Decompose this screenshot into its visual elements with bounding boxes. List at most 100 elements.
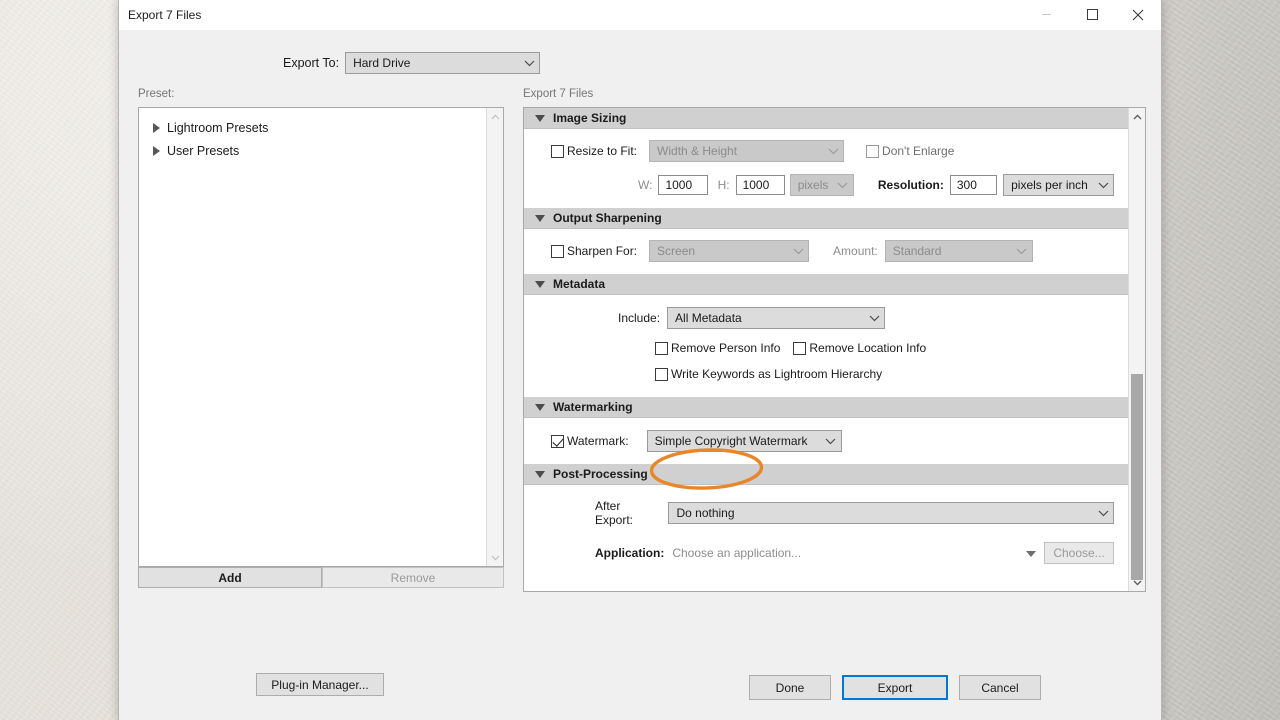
export-to-label: Export To:	[283, 56, 340, 70]
dont-enlarge-label: Don't Enlarge	[882, 144, 955, 158]
chevron-down-icon	[821, 438, 841, 445]
export-scroll-thumb[interactable]	[1131, 374, 1143, 580]
preset-group-lightroom[interactable]: Lightroom Presets	[139, 116, 486, 139]
section-header-output-sharpening[interactable]: Output Sharpening	[524, 208, 1128, 229]
window-title: Export 7 Files	[128, 7, 202, 22]
preset-scroll-track[interactable]	[487, 125, 503, 549]
window-controls	[1023, 0, 1161, 30]
chevron-down-icon	[535, 280, 545, 288]
chevron-down-icon	[535, 114, 545, 122]
chevron-down-icon	[1012, 248, 1032, 255]
after-export-select[interactable]: Do nothing	[668, 502, 1114, 524]
export-to-select[interactable]: Hard Drive	[345, 52, 541, 74]
scroll-up-button[interactable]	[487, 108, 503, 125]
export-panel-label: Export 7 Files	[523, 88, 594, 100]
preset-group-label: User Presets	[167, 143, 240, 158]
chevron-down-icon	[1093, 182, 1113, 189]
after-export-value: Do nothing	[676, 506, 735, 520]
chevron-right-icon	[153, 145, 160, 156]
section-body-output-sharpening: Sharpen For: Screen Amount: Standard	[524, 229, 1128, 274]
done-button[interactable]: Done	[749, 675, 831, 700]
export-settings-scrollbar[interactable]	[1128, 108, 1145, 591]
remove-person-info-label: Remove Person Info	[671, 341, 781, 355]
dialog-action-buttons: Done Export Cancel	[749, 675, 1041, 700]
application-label: Application:	[595, 546, 665, 560]
resolution-label: Resolution:	[877, 178, 944, 192]
chevron-down-icon	[535, 214, 545, 222]
choose-application-button: Choose...	[1044, 542, 1114, 564]
preset-list-panel: Lightroom Presets User Presets	[138, 107, 504, 567]
section-body-post-processing: After Export: Do nothing Application: Ch…	[524, 485, 1128, 578]
title-bar: Export 7 Files	[119, 0, 1161, 30]
sharpen-for-checkbox[interactable]	[551, 244, 564, 258]
chevron-right-icon	[153, 122, 160, 133]
resize-to-fit-checkbox[interactable]	[551, 144, 564, 158]
export-to-row: Export To: Hard Drive	[119, 30, 1161, 74]
chevron-down-icon	[535, 403, 545, 411]
sharpen-amount-value: Standard	[892, 244, 942, 258]
maximize-icon	[1086, 9, 1098, 20]
add-preset-button[interactable]: Add	[138, 567, 322, 588]
application-dropdown-arrow-icon[interactable]	[1026, 546, 1036, 560]
close-button[interactable]	[1115, 0, 1161, 30]
preset-group-user[interactable]: User Presets	[139, 139, 486, 162]
maximize-button[interactable]	[1069, 0, 1115, 30]
remove-location-info-checkbox[interactable]	[793, 341, 807, 355]
after-export-label: After Export:	[595, 499, 634, 527]
section-body-metadata: Include: All Metadata Remove Person Info	[524, 295, 1128, 397]
remove-preset-button: Remove	[322, 567, 504, 588]
preset-group-label: Lightroom Presets	[167, 120, 269, 135]
resize-mode-select: Width & Height	[649, 140, 845, 162]
size-units-select: pixels	[789, 174, 854, 196]
metadata-include-select[interactable]: All Metadata	[667, 307, 886, 329]
height-input[interactable]: 1000	[735, 175, 785, 195]
minimize-icon	[1041, 14, 1051, 15]
export-settings-panel: Image Sizing Resize to Fit: Width & Heig…	[523, 107, 1146, 592]
preset-scrollbar[interactable]	[486, 108, 503, 566]
sharpen-amount-select: Standard	[884, 240, 1033, 262]
close-icon	[1132, 9, 1144, 20]
remove-person-info-checkbox[interactable]	[655, 341, 668, 355]
preset-buttons: Add Remove	[138, 567, 504, 588]
width-input[interactable]: 1000	[658, 175, 708, 195]
export-dialog: Export 7 Files Export To: Hard Drive Pre…	[118, 0, 1162, 720]
minimize-button[interactable]	[1023, 0, 1069, 30]
watermark-preset-select[interactable]: Simple Copyright Watermark	[646, 430, 842, 452]
write-keywords-checkbox[interactable]	[655, 367, 668, 381]
chevron-down-icon	[535, 470, 545, 478]
section-title: Output Sharpening	[553, 211, 662, 225]
section-header-image-sizing[interactable]: Image Sizing	[524, 108, 1128, 129]
section-title: Metadata	[553, 277, 606, 291]
preset-list: Lightroom Presets User Presets	[139, 108, 486, 566]
scroll-down-button[interactable]	[487, 549, 503, 566]
scroll-up-button[interactable]	[1129, 108, 1145, 125]
resize-mode-value: Width & Height	[657, 144, 738, 158]
section-header-post-processing[interactable]: Post-Processing	[524, 464, 1128, 485]
export-scroll-track[interactable]	[1129, 125, 1145, 580]
sharpen-amount-label: Amount:	[833, 244, 878, 258]
dont-enlarge-checkbox	[866, 144, 880, 158]
sharpen-target-value: Screen	[657, 244, 696, 258]
resolution-units-select[interactable]: pixels per inch	[1003, 174, 1115, 196]
chevron-down-icon	[519, 60, 539, 67]
resize-to-fit-label: Resize to Fit:	[567, 144, 638, 158]
section-body-watermarking: Watermark: Simple Copyright Watermark	[524, 418, 1128, 464]
plugin-manager-button[interactable]: Plug-in Manager...	[256, 673, 384, 696]
section-header-watermarking[interactable]: Watermarking	[524, 397, 1128, 418]
section-header-metadata[interactable]: Metadata	[524, 274, 1128, 295]
remove-location-info-label: Remove Location Info	[809, 341, 927, 355]
chevron-down-icon	[833, 182, 853, 189]
watermark-checkbox[interactable]	[551, 434, 564, 448]
width-label: W:	[638, 178, 653, 192]
size-units-value: pixels	[797, 178, 829, 192]
resolution-units-value: pixels per inch	[1011, 178, 1088, 192]
desktop-background-right	[1162, 0, 1280, 720]
watermark-label: Watermark:	[567, 434, 629, 448]
watermark-preset-value: Simple Copyright Watermark	[654, 434, 808, 448]
resolution-input[interactable]: 300	[949, 175, 998, 195]
section-title: Watermarking	[553, 400, 633, 414]
cancel-button[interactable]: Cancel	[959, 675, 1041, 700]
metadata-include-label: Include:	[618, 311, 661, 325]
export-button[interactable]: Export	[842, 675, 948, 700]
chevron-down-icon	[1093, 510, 1113, 517]
